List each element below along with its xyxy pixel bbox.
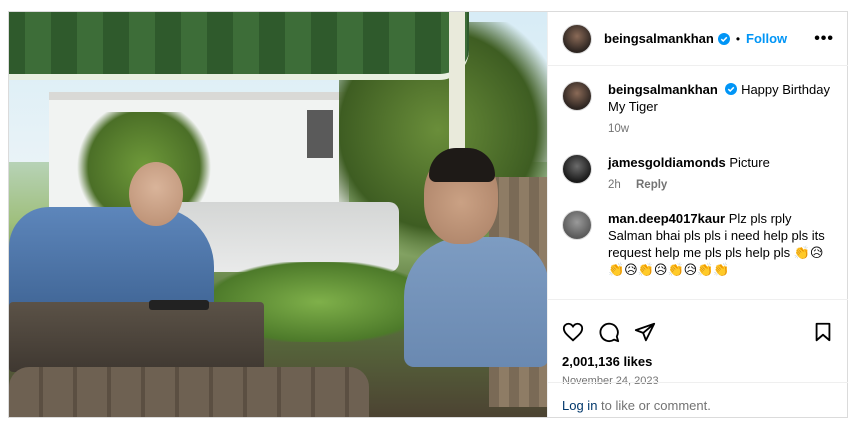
separator-dot: •	[735, 31, 741, 46]
comment-time: 2h	[608, 179, 621, 191]
like-heart-icon[interactable]	[562, 321, 584, 343]
comment-row: jamesgoldiamonds Picture 2h Reply	[562, 154, 834, 194]
avatar[interactable]	[562, 210, 592, 240]
comment-text: Picture	[729, 155, 770, 170]
comment-username[interactable]: jamesgoldiamonds	[608, 155, 726, 170]
comment-username[interactable]: man.deep4017kaur	[608, 211, 725, 226]
avatar[interactable]	[562, 23, 592, 54]
login-prompt-text: to like or comment.	[597, 398, 711, 413]
verified-badge-icon	[725, 83, 738, 95]
username-link[interactable]: beingsalmankhan	[604, 31, 714, 46]
comments-list[interactable]: beingsalmankhan Happy Birthday My Tiger …	[548, 67, 848, 299]
comment-bubble-icon[interactable]	[598, 321, 620, 343]
reply-button[interactable]: Reply	[636, 179, 667, 191]
comment-row: man.deep4017kaur Plz pls rply Salman bha…	[562, 210, 834, 278]
more-options-icon[interactable]: •••	[814, 30, 834, 48]
caption-username[interactable]: beingsalmankhan	[608, 82, 718, 97]
post-actions: 2,001,136 likes November 24, 2023	[548, 299, 848, 387]
avatar[interactable]	[562, 81, 592, 111]
avatar[interactable]	[562, 154, 592, 184]
share-send-icon[interactable]	[634, 321, 656, 343]
post-header: beingsalmankhan • Follow •••	[548, 12, 848, 66]
login-link[interactable]: Log in	[562, 398, 597, 413]
follow-button[interactable]: Follow	[746, 31, 787, 46]
post-photo[interactable]	[9, 12, 547, 417]
save-bookmark-icon[interactable]	[812, 321, 834, 343]
post-frame: beingsalmankhan • Follow ••• beingsalman…	[8, 11, 848, 418]
login-prompt: Log in to like or comment.	[548, 382, 848, 428]
verified-badge-icon	[717, 32, 730, 45]
post-side-panel: beingsalmankhan • Follow ••• beingsalman…	[547, 12, 848, 417]
likes-count[interactable]: 2,001,136 likes	[562, 354, 834, 369]
caption-time: 10w	[608, 123, 630, 135]
caption-row: beingsalmankhan Happy Birthday My Tiger …	[562, 81, 834, 138]
